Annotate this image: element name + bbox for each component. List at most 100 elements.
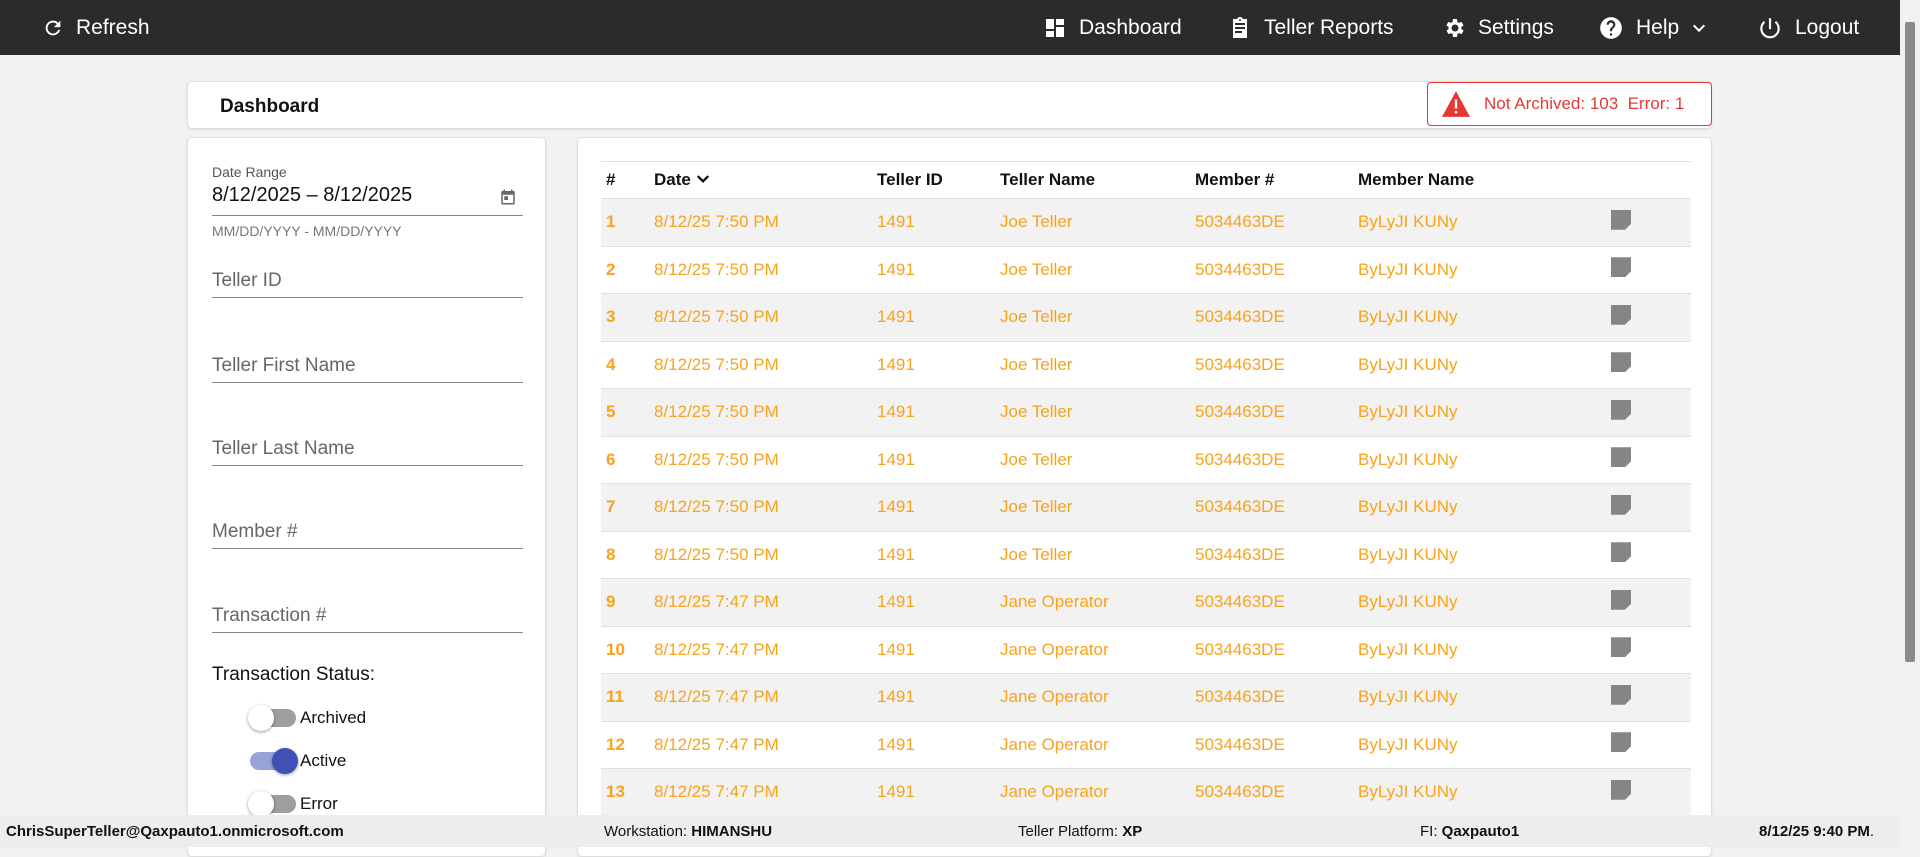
- row-member-number: 5034463DE: [1190, 388, 1353, 437]
- note-icon[interactable]: [1611, 304, 1631, 325]
- table-row[interactable]: 8 8/12/25 7:50 PM 1491 Joe Teller 5034463DE B…: [601, 531, 1691, 579]
- table-row[interactable]: 2 8/12/25 7:50 PM 1491 Joe Teller 5034463DE B…: [601, 246, 1691, 294]
- nav-teller-reports[interactable]: Teller Reports: [1228, 0, 1394, 55]
- calendar-icon[interactable]: [499, 188, 517, 206]
- row-member-number: 5034463DE: [1190, 436, 1353, 484]
- row-note-cell: [1606, 721, 1691, 769]
- nav-settings[interactable]: Settings: [1442, 0, 1554, 55]
- col-actions: [1606, 161, 1691, 199]
- row-teller-id: 1491: [872, 768, 995, 817]
- row-date: 8/12/25 7:50 PM: [649, 341, 872, 389]
- note-icon[interactable]: [1611, 352, 1631, 373]
- date-range-label: Date Range: [212, 164, 287, 180]
- platform-label: Teller Platform:: [1018, 822, 1123, 840]
- note-icon[interactable]: [1611, 684, 1631, 705]
- fi-label: FI:: [1420, 822, 1442, 840]
- row-teller-name: Joe Teller: [995, 293, 1190, 342]
- row-teller-name: Joe Teller: [995, 341, 1190, 389]
- row-date: 8/12/25 7:50 PM: [649, 246, 872, 294]
- page-title: Dashboard: [220, 96, 320, 117]
- table-row[interactable]: 11 8/12/25 7:47 PM 1491 Jane Operator 503446…: [601, 673, 1691, 722]
- note-icon[interactable]: [1611, 494, 1631, 515]
- row-member-name: ByLyJI KUNy: [1353, 721, 1606, 769]
- nav-dashboard[interactable]: Dashboard: [1043, 0, 1182, 55]
- nav-teller-reports-label: Teller Reports: [1264, 15, 1394, 39]
- member-number-placeholder: Member #: [212, 521, 298, 542]
- note-icon[interactable]: [1611, 589, 1631, 610]
- footer-workstation: Workstation: HIMANSHU: [604, 823, 772, 840]
- page-scrollbar[interactable]: [1900, 0, 1920, 847]
- row-teller-name: Joe Teller: [995, 436, 1190, 484]
- table-row[interactable]: 13 8/12/25 7:47 PM 1491 Jane Operator 503446…: [601, 768, 1691, 817]
- col-date-label: Date: [654, 170, 691, 189]
- note-icon[interactable]: [1611, 732, 1631, 753]
- table-row[interactable]: 7 8/12/25 7:50 PM 1491 Joe Teller 5034463DE B…: [601, 483, 1691, 532]
- transaction-number-input[interactable]: Transaction #: [212, 593, 523, 633]
- archive-status-alert[interactable]: Not Archived: 103 Error: 1: [1427, 82, 1712, 126]
- row-teller-name: Jane Operator: [995, 626, 1190, 674]
- col-teller-name[interactable]: Teller Name: [995, 161, 1190, 199]
- note-icon[interactable]: [1611, 542, 1631, 563]
- row-teller-name: Joe Teller: [995, 246, 1190, 294]
- table-row[interactable]: 3 8/12/25 7:50 PM 1491 Joe Teller 5034463DE B…: [601, 293, 1691, 342]
- row-note-cell: [1606, 293, 1691, 342]
- toggle-knob: [272, 748, 298, 774]
- member-number-input[interactable]: Member #: [212, 509, 523, 549]
- toggle-knob: [248, 791, 274, 817]
- teller-id-input[interactable]: Teller ID: [212, 258, 523, 298]
- row-date: 8/12/25 7:50 PM: [649, 483, 872, 532]
- row-member-name: ByLyJI KUNy: [1353, 578, 1606, 627]
- row-teller-id: 1491: [872, 341, 995, 389]
- teller-last-name-input[interactable]: Teller Last Name: [212, 426, 523, 466]
- row-number: 3: [601, 293, 649, 342]
- teller-first-name-input[interactable]: Teller First Name: [212, 343, 523, 383]
- row-member-number: 5034463DE: [1190, 341, 1353, 389]
- row-number: 4: [601, 341, 649, 389]
- note-icon[interactable]: [1611, 637, 1631, 658]
- table-row[interactable]: 6 8/12/25 7:50 PM 1491 Joe Teller 5034463DE B…: [601, 436, 1691, 484]
- col-number: #: [601, 161, 649, 199]
- note-icon[interactable]: [1611, 209, 1631, 230]
- note-icon[interactable]: [1611, 447, 1631, 468]
- col-member-name[interactable]: Member Name: [1353, 161, 1606, 199]
- date-range-input[interactable]: 8/12/2025 – 8/12/2025: [212, 180, 523, 216]
- row-teller-name: Jane Operator: [995, 578, 1190, 627]
- row-note-cell: [1606, 483, 1691, 532]
- row-teller-id: 1491: [872, 483, 995, 532]
- row-note-cell: [1606, 578, 1691, 627]
- table-row[interactable]: 1 8/12/25 7:50 PM 1491 Joe Teller 5034463DE B…: [601, 198, 1691, 247]
- toggle-archived[interactable]: Archived: [248, 705, 366, 731]
- row-member-name: ByLyJI KUNy: [1353, 768, 1606, 817]
- col-teller-id[interactable]: Teller ID: [872, 161, 995, 199]
- row-teller-id: 1491: [872, 436, 995, 484]
- table-header-row: # Date Teller ID Teller Name Member # Me…: [601, 161, 1691, 199]
- sort-down-icon[interactable]: [696, 173, 710, 185]
- table-row[interactable]: 9 8/12/25 7:47 PM 1491 Jane Operator 5034463…: [601, 578, 1691, 627]
- toggle-error[interactable]: Error: [248, 791, 338, 817]
- datetime-suffix: .: [1869, 822, 1875, 840]
- nav-help[interactable]: Help: [1598, 0, 1707, 55]
- table-row[interactable]: 4 8/12/25 7:50 PM 1491 Joe Teller 5034463DE B…: [601, 341, 1691, 389]
- note-icon[interactable]: [1611, 257, 1631, 278]
- scrollbar-thumb[interactable]: [1905, 22, 1915, 662]
- col-member-number[interactable]: Member #: [1190, 161, 1353, 199]
- date-range-value: 8/12/2025 – 8/12/2025: [212, 184, 413, 206]
- power-icon: [1760, 17, 1780, 38]
- toggle-track[interactable]: [250, 748, 298, 774]
- table-row[interactable]: 10 8/12/25 7:47 PM 1491 Jane Operator 503446…: [601, 626, 1691, 674]
- toggle-track[interactable]: [248, 705, 296, 731]
- refresh-button[interactable]: Refresh: [42, 0, 150, 55]
- row-note-cell: [1606, 198, 1691, 247]
- toggle-active[interactable]: Active: [250, 748, 346, 774]
- status-footer: ChrisSuperTeller@Qaxpauto1.onmicrosoft.c…: [0, 815, 1900, 847]
- row-teller-id: 1491: [872, 578, 995, 627]
- row-date: 8/12/25 7:50 PM: [649, 293, 872, 342]
- note-icon[interactable]: [1611, 779, 1631, 800]
- note-icon[interactable]: [1611, 399, 1631, 420]
- logout-button[interactable]: Logout: [1757, 0, 1859, 55]
- toggle-track[interactable]: [248, 791, 296, 817]
- col-date[interactable]: Date: [649, 161, 872, 199]
- table-row[interactable]: 12 8/12/25 7:47 PM 1491 Jane Operator 503446…: [601, 721, 1691, 769]
- table-row[interactable]: 5 8/12/25 7:50 PM 1491 Joe Teller 5034463DE B…: [601, 388, 1691, 437]
- row-number: 1: [601, 198, 649, 247]
